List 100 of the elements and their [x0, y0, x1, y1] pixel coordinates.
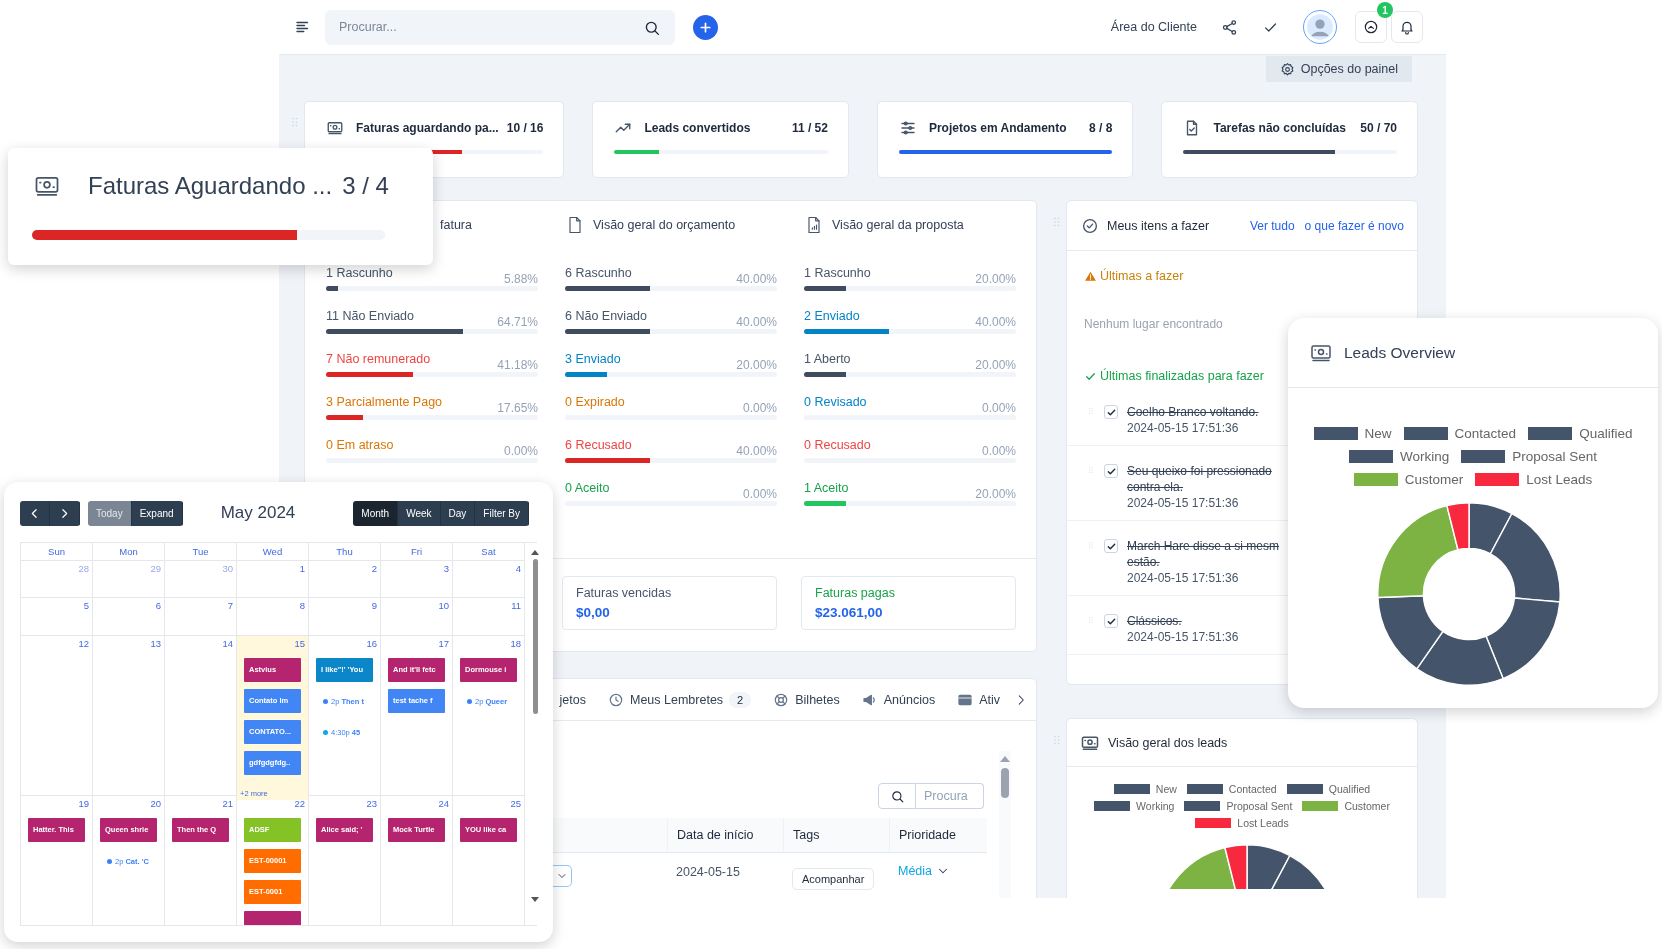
priority-dropdown[interactable]: Média — [898, 864, 951, 878]
status-label: 1 Rascunho — [326, 266, 393, 280]
link[interactable]: Ver tudo — [1249, 218, 1295, 233]
weekday-label: Sun — [21, 543, 93, 560]
day-number[interactable]: 13 — [100, 638, 161, 654]
section-title: Visão geral do orçamento — [593, 218, 736, 232]
day-number[interactable]: 22 — [244, 798, 305, 814]
empty-message: Nenhum lugar encontrado — [1084, 317, 1224, 331]
checkbox[interactable] — [1104, 614, 1118, 628]
day-number[interactable]: 18 — [460, 638, 521, 654]
previous-button[interactable] — [20, 500, 50, 526]
dashboard-options-button[interactable]: Opções do painel — [1265, 56, 1412, 82]
status-label: 0 Recusado — [804, 438, 871, 452]
day-number[interactable]: 17 — [388, 638, 449, 654]
status-label: 1 Aceito — [804, 481, 849, 495]
view-tab[interactable]: Month — [353, 500, 399, 526]
search-field[interactable]: Procura — [916, 783, 984, 809]
scrollbar[interactable] — [999, 751, 1011, 898]
day-number[interactable]: 23 — [316, 798, 377, 814]
legend-label: Working — [1136, 800, 1175, 812]
card-title: Meus itens a fazer — [1107, 218, 1210, 233]
check-circle-icon — [1081, 216, 1099, 235]
percentage: 5.88% — [503, 272, 538, 286]
day-number[interactable]: 16 — [316, 638, 377, 654]
status-label: 3 Parcialmente Pago — [326, 395, 443, 409]
status-label: 0 Revisado — [804, 395, 867, 409]
percentage: 0.00% — [503, 444, 538, 458]
day-number[interactable]: 2 — [316, 563, 377, 579]
day-number[interactable]: 6 — [100, 600, 161, 616]
day-number[interactable]: 8 — [244, 600, 305, 616]
day-number[interactable]: 19 — [28, 798, 89, 814]
status-label: 6 Rascunho — [565, 266, 632, 280]
percentage: 17.65% — [497, 401, 538, 415]
day-number[interactable]: 20 — [100, 798, 161, 814]
legend-label: Working — [1399, 449, 1450, 464]
settings-icon — [1279, 61, 1295, 77]
day-number[interactable]: 3 — [388, 563, 449, 579]
day-number[interactable]: 24 — [388, 798, 449, 814]
next-button[interactable] — [50, 500, 80, 526]
tab[interactable]: Meus Lembretes 2 — [608, 691, 752, 708]
column-header: Prioridade — [889, 818, 987, 852]
notifications-button[interactable] — [1391, 11, 1423, 43]
legend-label: Qualified — [1579, 426, 1633, 441]
checkbox[interactable] — [1104, 464, 1118, 478]
status-label: 2 Enviado — [804, 309, 860, 323]
day-number[interactable]: 11 — [460, 600, 521, 616]
day-number[interactable]: 21 — [172, 798, 233, 814]
link[interactable]: o que fazer é novo — [1304, 218, 1404, 233]
day-number[interactable]: 10 — [388, 600, 449, 616]
card-title: Leads Overview — [1344, 343, 1456, 362]
search-button[interactable] — [878, 783, 916, 809]
tab[interactable]: Ativ — [957, 691, 1000, 708]
tab[interactable]: jetos — [559, 692, 586, 707]
status-label: 6 Não Enviado — [565, 309, 647, 323]
lifebuoy-icon — [773, 691, 790, 708]
stat-title: Tarefas não concluídas — [1213, 121, 1347, 135]
day-number[interactable]: 9 — [316, 600, 377, 616]
expand-button[interactable]: Expand — [131, 500, 183, 526]
task-text: contra ela. — [1127, 479, 1185, 495]
day-number[interactable]: 5 — [28, 600, 89, 616]
bell-icon — [1399, 19, 1415, 35]
add-button[interactable] — [693, 14, 718, 40]
day-number[interactable]: 1 — [244, 563, 305, 579]
percentage: 20.00% — [975, 272, 1016, 286]
view-tab[interactable]: Day — [440, 500, 476, 526]
percentage: 0.00% — [981, 444, 1016, 458]
clock-icon — [608, 691, 624, 708]
task-text: estão. — [1127, 554, 1161, 570]
percentage: 40.00% — [975, 315, 1016, 329]
day-number[interactable]: 14 — [172, 638, 233, 654]
total-amount: $23.061,00 — [815, 605, 884, 620]
status-label: 3 Enviado — [565, 352, 621, 366]
checkbox[interactable] — [1104, 405, 1118, 419]
day-number[interactable]: 4 — [460, 563, 521, 579]
stat-count: 10 / 16 — [506, 121, 544, 135]
stat-count: 8 / 8 — [1089, 121, 1113, 135]
day-number[interactable]: 12 — [28, 638, 89, 654]
tab[interactable]: Bilhetes — [773, 691, 840, 708]
day-number[interactable]: 7 — [172, 600, 233, 616]
legend-label: Customer — [1344, 800, 1390, 812]
search-field[interactable]: Procurar... — [325, 9, 675, 45]
day-number[interactable]: 15 — [244, 638, 305, 654]
legend-label: New — [1364, 426, 1392, 441]
percentage: 41.18% — [497, 358, 538, 372]
status-label: 6 Recusado — [565, 438, 632, 452]
stat-title: Projetos em Andamento — [928, 121, 1068, 135]
task-date: 2024-05-15 17:51:36 — [1127, 629, 1239, 645]
client-area-link[interactable]: Área do Cliente — [1110, 20, 1197, 34]
share-icon[interactable] — [1221, 18, 1238, 36]
sliders-icon — [898, 119, 917, 137]
day-number[interactable]: 25 — [460, 798, 521, 814]
view-tab[interactable]: Week — [398, 500, 441, 526]
checkbox[interactable] — [1104, 539, 1118, 553]
count-badge: 2 — [729, 691, 752, 708]
stat-count: 3 / 4 — [342, 172, 389, 200]
view-tab[interactable]: Filter By — [475, 500, 529, 526]
weekday-label: Wed — [237, 543, 309, 560]
tab[interactable]: Anúncios — [861, 691, 936, 708]
percentage: 20.00% — [975, 487, 1016, 501]
legend-label: New — [1155, 783, 1177, 795]
